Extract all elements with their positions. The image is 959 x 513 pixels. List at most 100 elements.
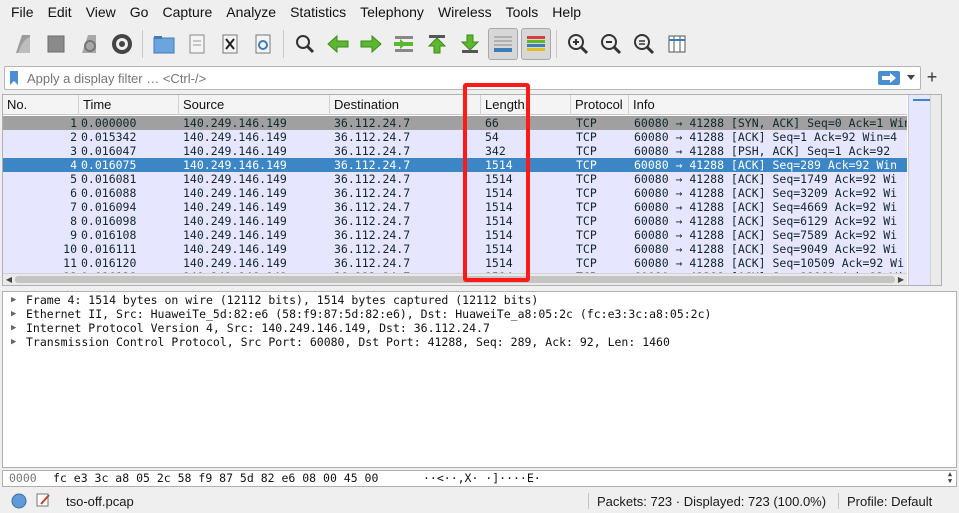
menu-view[interactable]: View (79, 0, 123, 24)
packet-cell-src: 140.249.146.149 (183, 214, 287, 228)
chevron-down-icon[interactable] (906, 75, 916, 81)
profile-indicator[interactable]: Profile: Default (847, 494, 932, 509)
colorize-icon[interactable] (521, 28, 551, 60)
scroll-right-icon[interactable]: ▶ (895, 274, 907, 285)
add-filter-button[interactable]: + (925, 66, 939, 90)
go-back-icon[interactable] (323, 28, 353, 60)
menu-wireless[interactable]: Wireless (431, 0, 499, 24)
packet-cell-time: 0.016094 (81, 200, 137, 214)
go-forward-icon[interactable] (356, 28, 386, 60)
column-header-no[interactable]: No. (3, 95, 79, 115)
packet-cell-src: 140.249.146.149 (183, 144, 287, 158)
column-header-info[interactable]: Info (629, 95, 907, 115)
scroll-thumb[interactable] (15, 276, 895, 283)
column-header-time[interactable]: Time (79, 95, 179, 115)
find-packet-icon[interactable] (290, 28, 320, 60)
expand-arrow-icon[interactable]: ▶ (11, 321, 19, 335)
packet-cell-len: 1514 (485, 200, 513, 214)
bytes-ascii[interactable]: ··<··,X· ·]····E· (423, 471, 541, 486)
packet-cell-info: 60080 → 41288 [ACK] Seq=9049 Ack=92 Wi (634, 242, 898, 256)
stop-capture-icon[interactable] (41, 28, 71, 60)
packet-cell-len: 54 (485, 130, 499, 144)
packet-details-pane: ▶ Frame 4: 1514 bytes on wire (12112 bits… (2, 291, 957, 468)
close-file-icon[interactable] (215, 28, 245, 60)
resize-columns-icon[interactable] (662, 28, 692, 60)
menu-telephony[interactable]: Telephony (353, 0, 431, 24)
main-toolbar (0, 24, 959, 64)
expand-arrow-icon[interactable]: ▶ (11, 293, 19, 307)
display-filter-input[interactable] (23, 70, 878, 86)
column-header-protocol[interactable]: Protocol (571, 95, 629, 115)
packet-row[interactable]: 1 0.000000 140.249.146.149 36.112.24.7 66 TCP… (3, 116, 907, 130)
packet-cell-info: 60080 → 41288 [ACK] Seq=4669 Ack=92 Wi (634, 200, 898, 214)
packet-cell-len: 1514 (485, 242, 513, 256)
apply-filter-arrow-icon[interactable] (878, 71, 900, 85)
start-capture-icon[interactable] (8, 28, 38, 60)
packet-cell-dst: 36.112.24.7 (334, 200, 411, 214)
column-header-source[interactable]: Source (179, 95, 330, 115)
bytes-scroll-arrows-icon[interactable]: ▲ ▼ (944, 471, 956, 486)
packet-row[interactable]: 11 0.016120 140.249.146.149 36.112.24.7 1514… (3, 256, 907, 270)
packet-row[interactable]: 9 0.016108 140.249.146.149 36.112.24.7 1514 T… (3, 228, 907, 242)
menu-help[interactable]: Help (545, 0, 588, 24)
capture-comment-icon[interactable] (35, 492, 51, 511)
packet-list-vertical-scrollbar[interactable] (930, 95, 941, 285)
packet-list-header: No. Time Source Destination Length Proto… (3, 95, 907, 115)
packet-cell-no: 3 (70, 144, 77, 158)
toolbar-separator (283, 30, 284, 58)
capture-options-icon[interactable] (107, 28, 137, 60)
status-separator (588, 493, 589, 509)
packet-cell-len: 1514 (485, 256, 513, 270)
menu-file[interactable]: File (4, 0, 41, 24)
packet-row[interactable]: 6 0.016088 140.249.146.149 36.112.24.7 1514 T… (3, 186, 907, 200)
zoom-out-icon[interactable] (596, 28, 626, 60)
packet-row[interactable]: 7 0.016094 140.249.146.149 36.112.24.7 1514 T… (3, 200, 907, 214)
packet-cell-proto: TCP (576, 172, 597, 186)
packet-cell-no: 8 (70, 214, 77, 228)
packet-row[interactable]: 8 0.016098 140.249.146.149 36.112.24.7 1514 T… (3, 214, 907, 228)
column-header-destination[interactable]: Destination (330, 95, 481, 115)
packet-list-horizontal-scrollbar[interactable]: ◀ ▶ (3, 273, 907, 285)
packet-cell-src: 140.249.146.149 (183, 186, 287, 200)
menu-capture[interactable]: Capture (155, 0, 219, 24)
restart-capture-icon[interactable] (74, 28, 104, 60)
menu-statistics[interactable]: Statistics (283, 0, 353, 24)
expand-arrow-icon[interactable]: ▶ (11, 335, 19, 349)
packet-cell-len: 1514 (485, 228, 513, 242)
packet-bytes-pane: 0000 fc e3 3c a8 05 2c 58 f9 87 5d 82 e6… (2, 470, 957, 487)
packet-row[interactable]: 2 0.015342 140.249.146.149 36.112.24.7 54 TCP… (3, 130, 907, 144)
packet-row[interactable]: 5 0.016081 140.249.146.149 36.112.24.7 1514 T… (3, 172, 907, 186)
autoscroll-icon[interactable] (488, 28, 518, 60)
expand-arrow-icon[interactable]: ▶ (11, 307, 19, 321)
menu-analyze[interactable]: Analyze (219, 0, 283, 24)
save-file-icon[interactable] (182, 28, 212, 60)
bookmark-icon[interactable] (5, 71, 23, 85)
expert-info-icon[interactable] (11, 493, 27, 512)
column-header-length[interactable]: Length (481, 95, 571, 115)
packet-cell-len: 1514 (485, 186, 513, 200)
go-to-packet-icon[interactable] (389, 28, 419, 60)
menu-tools[interactable]: Tools (499, 0, 546, 24)
packet-minimap[interactable] (908, 95, 941, 285)
packet-row[interactable]: 10 0.016111 140.249.146.149 36.112.24.7 1514… (3, 242, 907, 256)
go-last-icon[interactable] (455, 28, 485, 60)
go-first-icon[interactable] (422, 28, 452, 60)
packet-cell-dst: 36.112.24.7 (334, 172, 411, 186)
zoom-in-icon[interactable] (563, 28, 593, 60)
packet-cell-info: 60080 → 41288 [PSH, ACK] Seq=1 Ack=92 (634, 144, 891, 158)
menu-edit[interactable]: Edit (41, 0, 79, 24)
normal-size-icon[interactable] (629, 28, 659, 60)
packet-row[interactable]: 3 0.016047 140.249.146.149 36.112.24.7 342 TC… (3, 144, 907, 158)
scroll-left-icon[interactable]: ◀ (3, 274, 15, 285)
reload-file-icon[interactable] (248, 28, 278, 60)
bytes-hex[interactable]: fc e3 3c a8 05 2c 58 f9 87 5d 82 e6 08 0… (53, 471, 378, 486)
packet-cell-info: 60080 → 41288 [ACK] Seq=1 Ack=92 Win=4 (634, 130, 898, 144)
packet-cell-proto: TCP (576, 144, 597, 158)
toolbar-separator (556, 30, 557, 58)
packet-row[interactable]: 4 0.016075 140.249.146.149 36.112.24.7 1514 T… (3, 158, 907, 172)
open-file-icon[interactable] (149, 28, 179, 60)
packet-cell-dst: 36.112.24.7 (334, 186, 411, 200)
menu-go[interactable]: Go (123, 0, 156, 24)
packet-cell-info: 60080 → 41288 [ACK] Seq=289 Ack=92 Win (634, 158, 898, 172)
packet-cell-dst: 36.112.24.7 (334, 158, 411, 172)
